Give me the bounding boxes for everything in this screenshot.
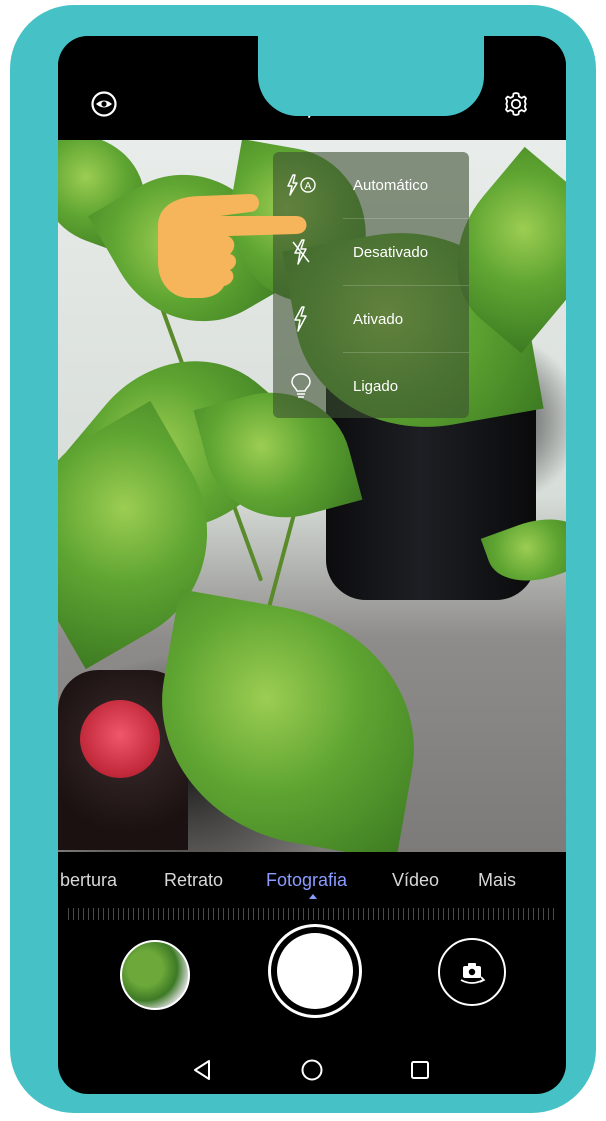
- phone-notch: [258, 36, 484, 116]
- mode-aperture[interactable]: bertura: [60, 870, 117, 891]
- flash-option-label: Desativado: [353, 243, 429, 261]
- mode-photo[interactable]: Fotografia: [266, 870, 347, 891]
- mode-portrait[interactable]: Retrato: [164, 870, 223, 891]
- phone-screen: A Automático Desativado Ativado Ligado b…: [58, 36, 566, 1094]
- ai-lens-icon[interactable]: [88, 88, 120, 120]
- mode-more[interactable]: Mais: [478, 870, 516, 891]
- back-icon[interactable]: [188, 1056, 216, 1084]
- flash-option-torch[interactable]: Ligado: [273, 353, 469, 419]
- flash-on-icon: [273, 305, 329, 333]
- gallery-thumbnail[interactable]: [120, 940, 190, 1010]
- pointing-hand-icon: [158, 194, 307, 298]
- shutter-button-inner: [277, 933, 353, 1009]
- flash-option-label: Automático: [353, 176, 429, 194]
- home-icon[interactable]: [298, 1056, 326, 1084]
- system-nav-bar: [58, 1044, 566, 1094]
- flash-option-label: Ativado: [353, 310, 404, 328]
- switch-camera-icon: [460, 963, 486, 984]
- recents-icon[interactable]: [406, 1056, 434, 1084]
- switch-camera-button[interactable]: [438, 938, 506, 1006]
- candle-wax: [80, 700, 160, 778]
- settings-gear-icon[interactable]: [500, 88, 532, 120]
- torch-bulb-icon: [273, 371, 329, 401]
- active-mode-indicator: [309, 894, 317, 899]
- camera-mode-selector: bertura Retrato Fotografia Vídeo Mais: [58, 852, 566, 904]
- shutter-button[interactable]: [268, 924, 362, 1018]
- flash-option-label: Ligado: [353, 377, 399, 395]
- mode-video[interactable]: Vídeo: [392, 870, 439, 891]
- zoom-ruler[interactable]: [68, 908, 558, 920]
